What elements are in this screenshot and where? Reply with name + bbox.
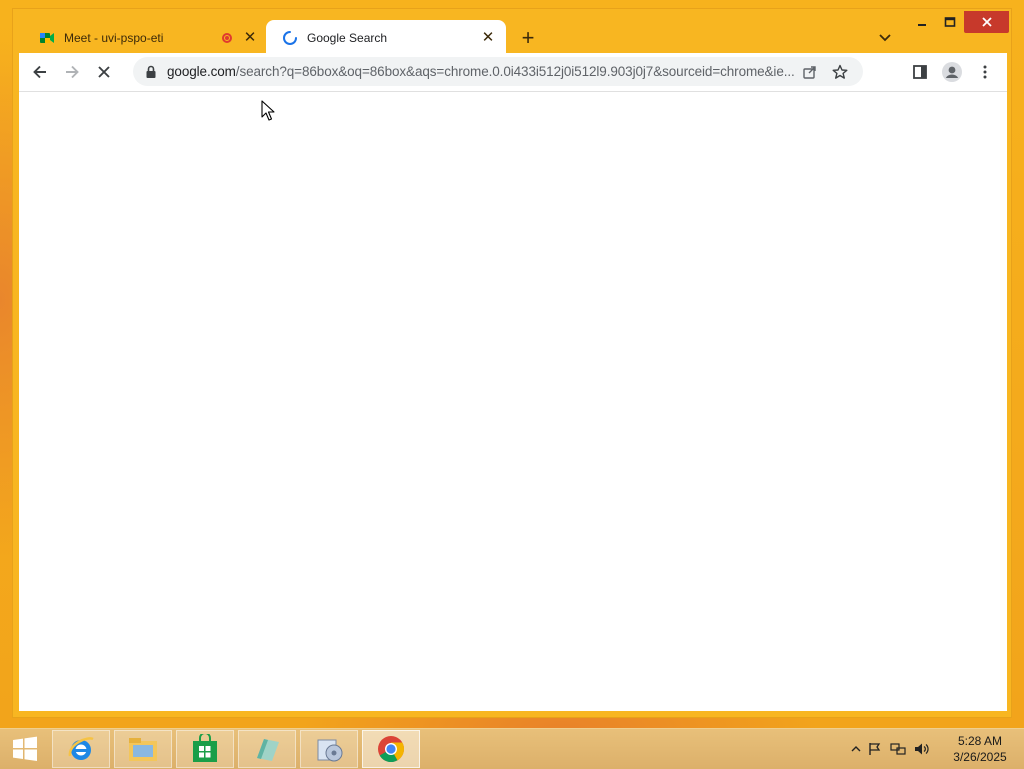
chevron-up-icon [851,746,861,752]
google-meet-icon [39,30,55,46]
forward-arrow-icon [66,65,79,79]
chrome-menu-button[interactable] [970,57,1000,87]
tab-meet[interactable]: Meet - uvi-pspo-eti ✕ [23,20,268,55]
windows-logo-icon [13,736,37,761]
tab-title: Meet - uvi-pspo-eti [64,30,164,45]
clock-date: 3/26/2025 [953,750,1007,764]
side-panel-icon [913,65,927,79]
page-content[interactable] [19,91,1007,711]
media-icon [317,739,343,762]
back-arrow-icon [33,65,46,79]
back-button[interactable] [25,57,55,87]
close-tab-icon[interactable]: ✕ [480,30,496,46]
profile-button[interactable] [937,57,967,87]
lock-icon[interactable] [145,65,159,79]
close-window-button[interactable] [964,11,1009,33]
system-tray [848,729,934,769]
taskbar-chrome[interactable] [362,730,420,768]
taskbar: 5:28 AM 3/26/2025 [0,728,1024,769]
show-hidden-icons-button[interactable] [848,745,864,753]
chrome-icon [378,736,405,763]
kebab-menu-icon [983,65,987,79]
chrome-window: Meet - uvi-pspo-eti ✕ Google Search ✕ + [12,8,1012,718]
network-icon[interactable] [886,742,910,756]
stop-loading-button[interactable] [89,57,119,87]
share-icon[interactable] [795,57,825,87]
profile-avatar-icon [942,62,962,82]
side-panel-button[interactable] [905,57,935,87]
mouse-cursor-icon [261,100,275,121]
app-icon [257,739,279,761]
start-button[interactable] [0,730,50,768]
volume-icon[interactable] [910,742,934,756]
minimize-button[interactable] [911,11,933,33]
taskbar-media[interactable] [300,730,358,768]
forward-button[interactable] [57,57,87,87]
taskbar-clock[interactable]: 5:28 AM 3/26/2025 [944,733,1016,765]
windows-store-icon [193,734,217,762]
new-tab-button[interactable]: + [517,27,539,49]
url-text[interactable]: google.com/search?q=86box&oq=86box&aqs=c… [167,64,795,79]
clock-time: 5:28 AM [957,734,1003,748]
taskbar-app[interactable] [238,730,296,768]
tab-strip: Meet - uvi-pspo-eti ✕ Google Search ✕ + [13,9,1011,55]
url-host: google.com [167,64,236,79]
maximize-button[interactable] [939,11,961,33]
taskbar-internet-explorer[interactable] [52,730,110,768]
close-tab-icon[interactable]: ✕ [242,30,258,46]
address-bar[interactable]: google.com/search?q=86box&oq=86box&aqs=c… [133,57,863,86]
url-path: /search?q=86box&oq=86box&aqs=chrome.0.0i… [235,64,795,79]
browser-toolbar: google.com/search?q=86box&oq=86box&aqs=c… [19,53,1007,91]
tab-title: Google Search [307,30,388,45]
stop-x-icon [98,66,110,78]
internet-explorer-icon [68,737,94,760]
bookmark-star-icon[interactable] [825,57,855,87]
recording-indicator-icon [222,32,232,43]
file-explorer-icon [129,738,157,761]
tab-search-chevron-icon[interactable] [875,27,895,47]
action-center-flag-icon[interactable] [864,742,886,756]
tab-google-search[interactable]: Google Search ✕ [266,20,506,55]
taskbar-file-explorer[interactable] [114,730,172,768]
taskbar-store[interactable] [176,730,234,768]
loading-spinner-icon [282,30,298,46]
